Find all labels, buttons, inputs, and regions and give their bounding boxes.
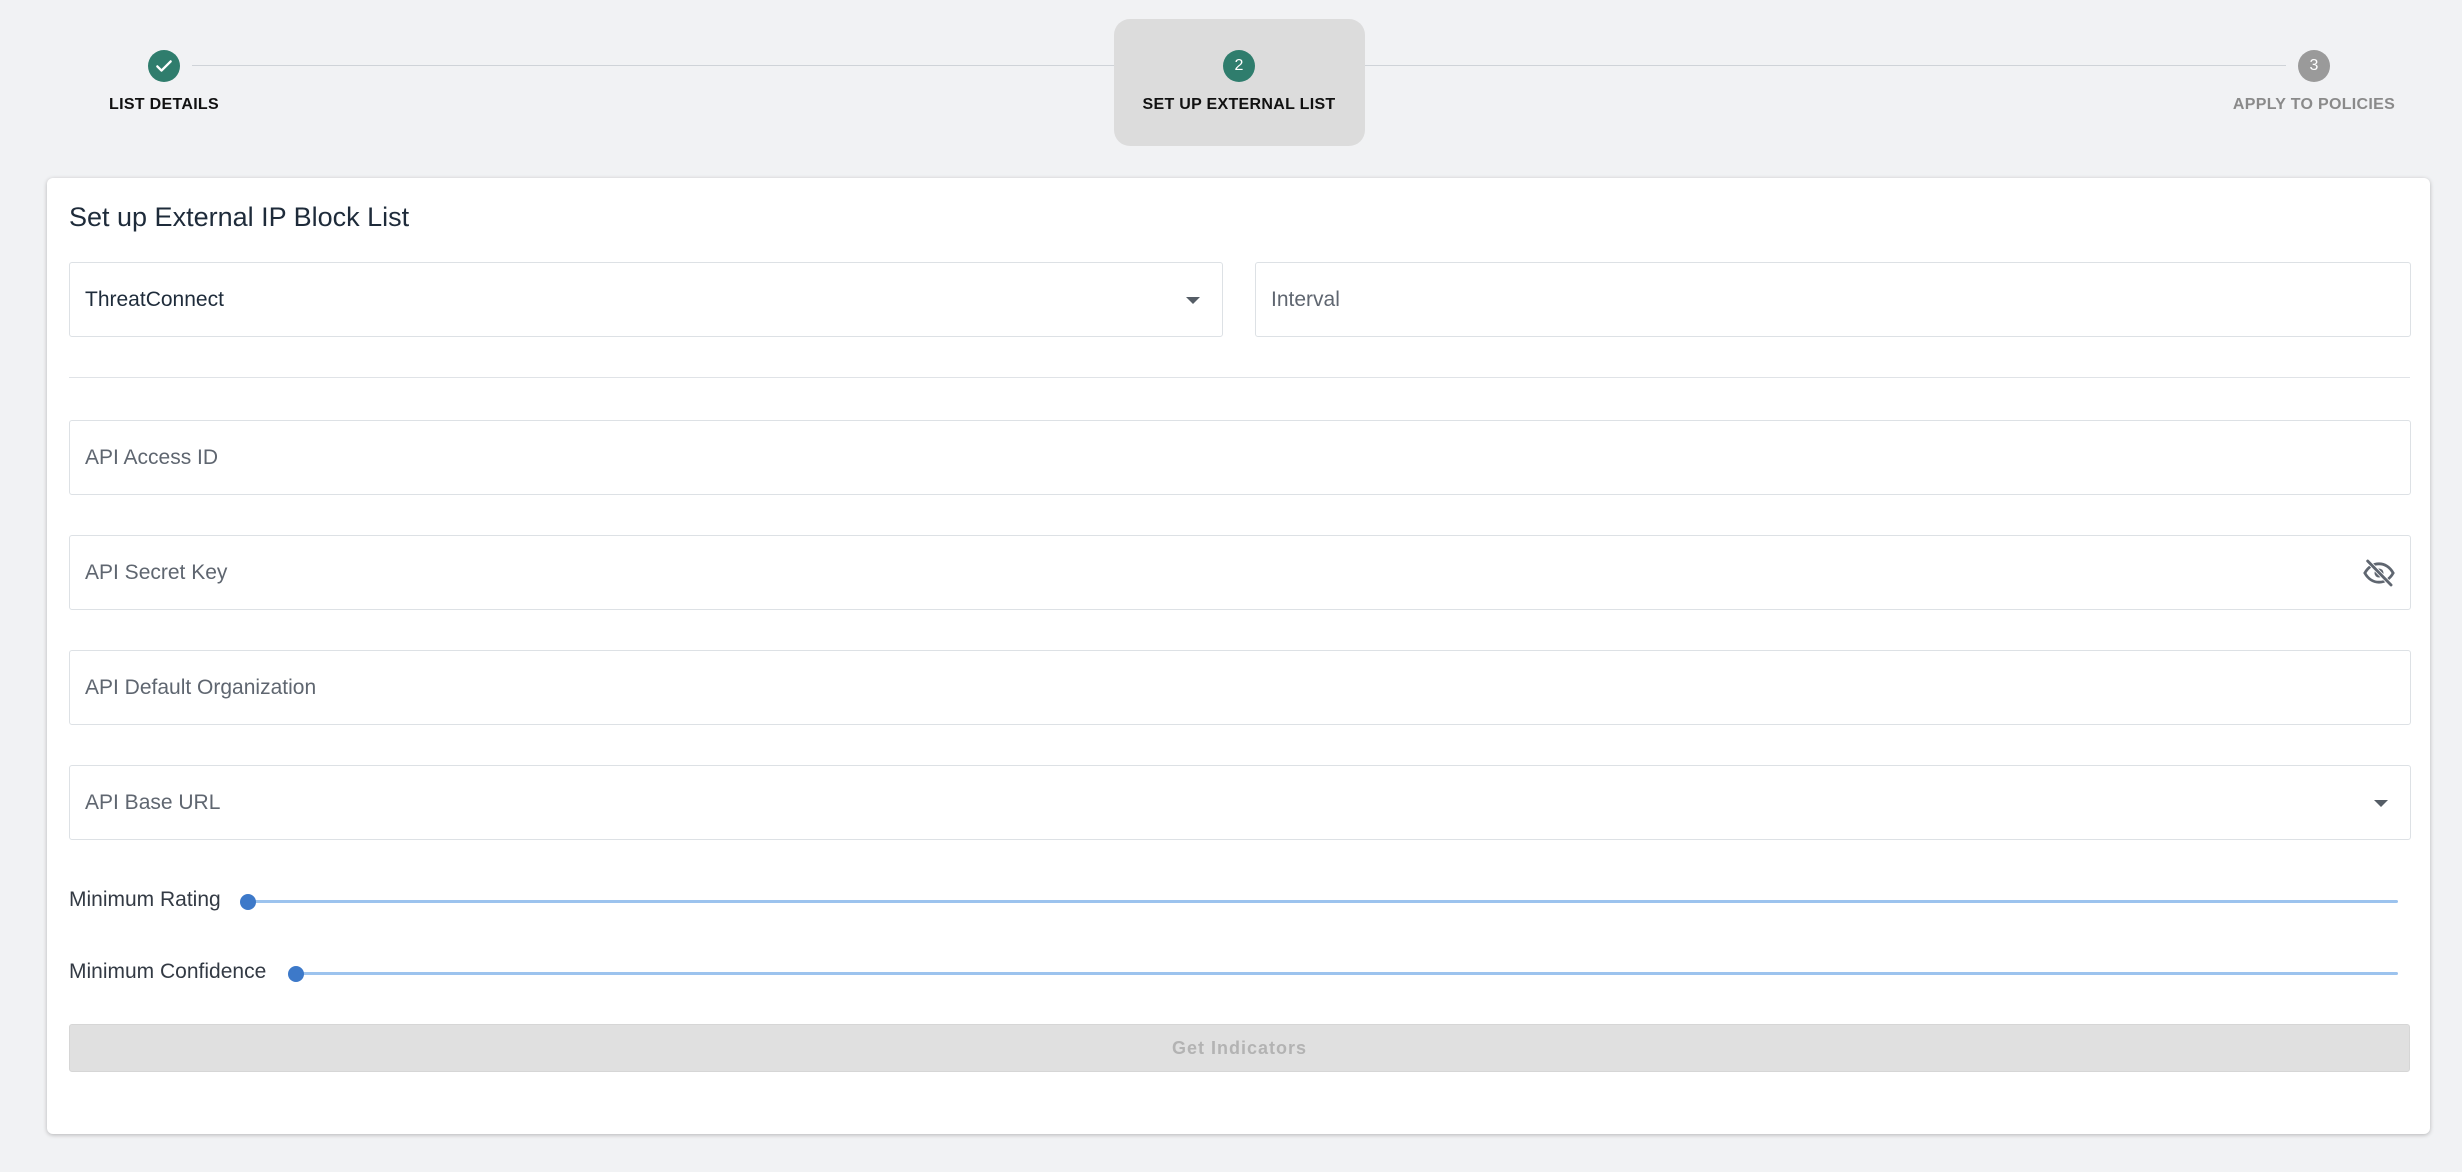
step-3-circle[interactable]: 3 xyxy=(2298,50,2330,82)
api-secret-key-field[interactable] xyxy=(69,535,2411,610)
step-3-label[interactable]: APPLY TO POLICIES xyxy=(2233,96,2395,114)
interval-input[interactable] xyxy=(1271,287,2340,312)
step-2-label[interactable]: SET UP EXTERNAL LIST xyxy=(1143,96,1336,114)
stepper: LIST DETAILS 2 SET UP EXTERNAL LIST 3 AP… xyxy=(0,0,2462,160)
external-list-form-card: Set up External IP Block List ThreatConn… xyxy=(47,178,2430,1134)
api-base-url-select[interactable] xyxy=(69,765,2411,840)
api-base-url-input[interactable] xyxy=(85,790,2340,815)
chevron-down-icon xyxy=(2374,800,2388,807)
provider-select[interactable]: ThreatConnect xyxy=(69,262,1223,337)
chevron-down-icon xyxy=(1186,297,1200,304)
form-title: Set up External IP Block List xyxy=(69,202,410,232)
eye-off-icon[interactable] xyxy=(2362,556,2396,590)
min-confidence-slider-thumb[interactable] xyxy=(288,966,304,982)
step-1-circle[interactable] xyxy=(148,50,180,82)
active-step-highlight xyxy=(1114,19,1365,146)
step-connector xyxy=(192,65,1222,66)
step-connector xyxy=(1256,65,2286,66)
api-default-org-input[interactable] xyxy=(85,675,2340,700)
min-rating-slider[interactable] xyxy=(240,894,2398,910)
api-secret-key-input[interactable] xyxy=(85,560,2340,585)
check-icon xyxy=(156,60,172,72)
step-1-label[interactable]: LIST DETAILS xyxy=(109,96,219,114)
api-default-org-field[interactable] xyxy=(69,650,2411,725)
api-access-id-input[interactable] xyxy=(85,445,2340,470)
min-confidence-label: Minimum Confidence xyxy=(69,960,267,983)
step-2-circle[interactable]: 2 xyxy=(1223,50,1255,82)
interval-field[interactable] xyxy=(1255,262,2411,337)
min-rating-slider-thumb[interactable] xyxy=(240,894,256,910)
get-indicators-button[interactable]: Get Indicators xyxy=(69,1024,2410,1072)
api-access-id-field[interactable] xyxy=(69,420,2411,495)
provider-select-value: ThreatConnect xyxy=(85,287,224,311)
min-confidence-slider[interactable] xyxy=(288,966,2398,982)
min-rating-label: Minimum Rating xyxy=(69,888,221,911)
section-divider xyxy=(69,377,2410,378)
